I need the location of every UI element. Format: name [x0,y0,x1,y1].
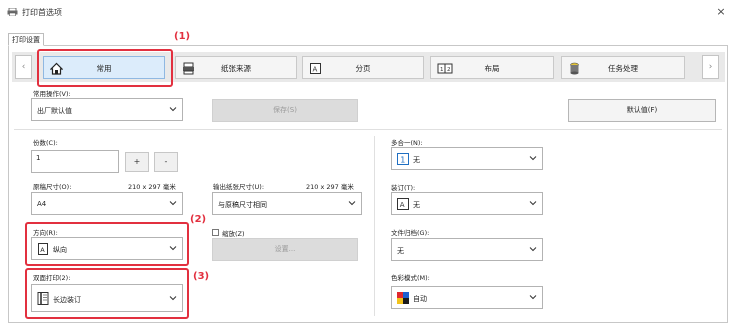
save-button[interactable]: 保存(S) [212,99,358,122]
tab-print-settings[interactable]: 打印设置 [8,33,44,46]
stapling-value: 无 [413,201,420,209]
category-paper[interactable]: A 分页 [302,56,424,79]
color-mode-select[interactable]: 自动 [391,286,543,309]
scroll-left-button[interactable]: ‹ [15,55,32,79]
chevron-left-icon: ‹ [21,62,26,72]
chevron-down-icon [529,154,537,162]
n-up-value: 无 [413,156,420,164]
copies-value: 1 [36,154,41,162]
filing-value: 无 [397,247,404,255]
category-label: 任务处理 [608,64,638,73]
default-button[interactable]: 默认值(F) [568,99,716,122]
duplex-value: 长边装订 [53,296,81,304]
copies-increment-button[interactable]: + [125,152,149,172]
copies-input[interactable]: 1 [31,150,119,173]
duplex-label: 双面打印(2): [33,274,71,282]
category-layout[interactable]: 12 布局 [430,56,554,79]
original-size-select[interactable]: A4 [31,192,183,215]
n-up-label: 多合一(N): [391,139,423,147]
booklet-icon [37,292,49,305]
output-size-select[interactable]: 与原稿尺寸相同 [212,192,362,215]
zoom-settings-button[interactable]: 设置... [212,238,358,261]
callout-3: (3) [193,271,210,282]
printer-icon [7,7,18,17]
category-job-handling[interactable]: 任务处理 [561,56,685,79]
orientation-label: 方向(R): [33,229,58,237]
portrait-icon: A [37,243,49,255]
color-mode-icon [397,292,409,304]
category-label: 分页 [355,64,371,73]
favorites-select[interactable]: 出厂默认值 [31,98,183,121]
stapling-label: 装订(T): [391,184,416,192]
original-size-dimensions: 210 x 297 毫米 [128,183,176,191]
original-size-value: A4 [37,200,47,208]
title-bar [0,0,736,24]
zoom-label: 缩放(Z) [222,230,245,238]
svg-text:A: A [400,201,405,209]
stapling-select[interactable]: A 无 [391,192,543,215]
chevron-down-icon [529,245,537,253]
orientation-select[interactable]: A 纵向 [31,237,183,260]
favorites-value: 出厂默认值 [37,107,72,115]
highlight-category-general [37,49,173,87]
svg-text:A: A [40,246,45,254]
chevron-down-icon [169,294,177,302]
favorites-label: 常用操作(V): [33,90,71,98]
filing-select[interactable]: 无 [391,238,543,261]
chevron-down-icon [348,199,356,207]
chevron-down-icon [169,199,177,207]
callout-2: (2) [190,214,207,225]
zoom-checkbox[interactable] [212,229,219,236]
original-size-label: 原稿尺寸(O): [33,183,72,191]
n-up-icon: 1 [397,153,409,165]
chevron-right-icon: › [708,62,713,72]
copies-decrement-button[interactable]: - [154,152,178,172]
copies-label: 份数(C): [33,139,58,147]
output-size-dimensions: 210 x 297 毫米 [306,183,354,191]
callout-1: (1) [174,31,191,42]
column-divider [374,136,375,316]
color-mode-label: 色彩模式(M): [391,274,430,282]
close-icon[interactable]: × [714,5,728,19]
window-title: 打印首选项 [22,8,62,17]
n-up-select[interactable]: 1 无 [391,147,543,170]
chevron-down-icon [529,293,537,301]
duplex-select[interactable]: 长边装订 [31,284,183,312]
color-mode-value: 自动 [413,295,427,303]
scroll-right-button[interactable]: › [702,55,719,79]
category-paper-source[interactable]: 纸张来源 [175,56,297,79]
output-size-label: 输出纸张尺寸(U): [213,183,265,191]
chevron-down-icon [529,199,537,207]
svg-text:1: 1 [400,156,405,165]
category-label: 布局 [484,64,500,73]
divider [14,129,722,130]
staple-icon: A [397,198,409,210]
chevron-down-icon [169,105,177,113]
orientation-value: 纵向 [53,246,67,254]
category-label: 纸张来源 [221,64,251,73]
filing-label: 文件归档(G): [391,229,430,237]
output-size-value: 与原稿尺寸相同 [218,201,267,209]
chevron-down-icon [169,244,177,252]
